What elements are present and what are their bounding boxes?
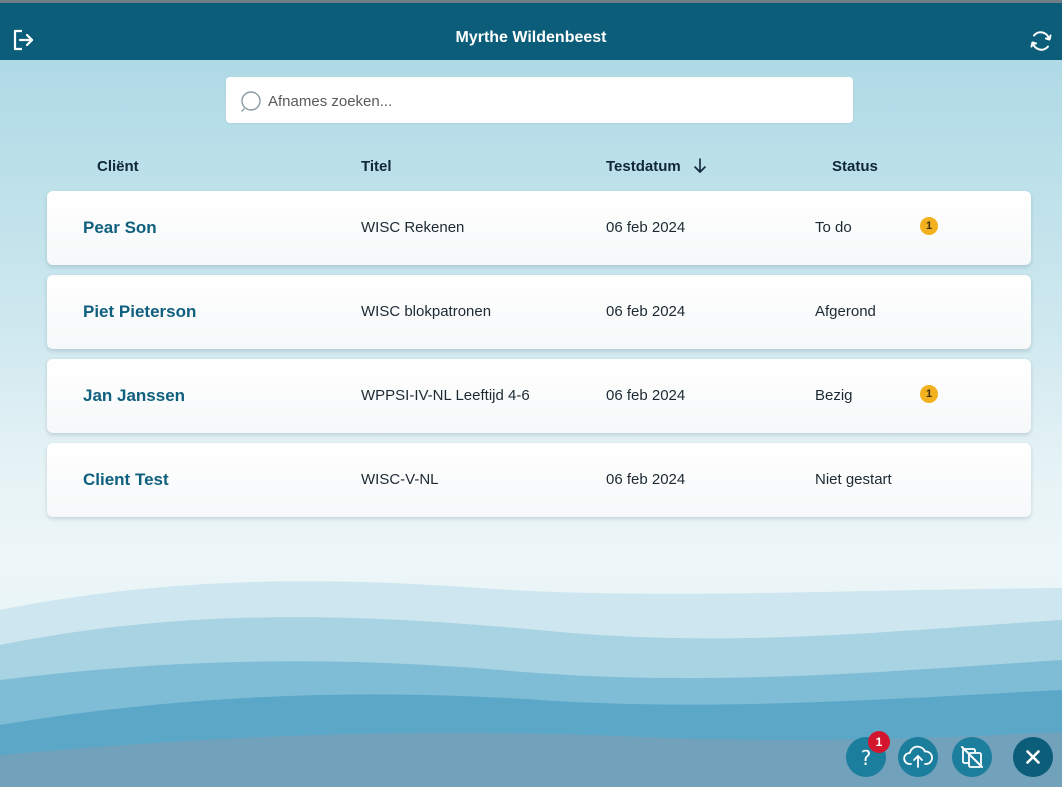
row-test-date: 06 feb 2024 xyxy=(606,387,686,404)
row-title: WISC blokpatronen xyxy=(361,303,492,320)
search-box xyxy=(226,77,853,123)
column-header-client[interactable]: Cliënt xyxy=(97,158,139,175)
table-row[interactable]: Pear Son WISC Rekenen 06 feb 2024 To do … xyxy=(47,191,1031,265)
sync-disabled-icon xyxy=(961,746,983,768)
column-header-date-label: Testdatum xyxy=(606,158,681,175)
search-input[interactable] xyxy=(266,85,830,117)
row-status: To do xyxy=(815,219,852,236)
row-client-name: Jan Janssen xyxy=(83,386,186,405)
row-status: Afgerond xyxy=(815,303,876,320)
row-title: WISC Rekenen xyxy=(361,219,465,236)
row-title: WISC-V-NL xyxy=(361,471,439,488)
row-test-date: 06 feb 2024 xyxy=(606,471,686,488)
status-badge: 1 xyxy=(920,217,938,235)
row-test-date: 06 feb 2024 xyxy=(606,219,686,236)
cloud-upload-icon xyxy=(903,745,933,768)
table-row[interactable]: Piet Pieterson WISC blokpatronen 06 feb … xyxy=(47,275,1031,349)
row-test-date: 06 feb 2024 xyxy=(606,303,686,320)
column-header-date[interactable]: Testdatum xyxy=(606,158,707,175)
upload-button[interactable] xyxy=(898,737,938,777)
sync-disabled-button[interactable] xyxy=(952,737,992,777)
row-status: Niet gestart xyxy=(815,471,892,488)
table-row[interactable]: Jan Janssen WPPSI-IV-NL Leeftijd 4-6 06 … xyxy=(47,359,1031,433)
page-title: Myrthe Wildenbeest xyxy=(455,29,607,46)
row-status: Bezig xyxy=(815,387,853,404)
search-icon xyxy=(240,90,262,112)
help-button[interactable]: ? 1 xyxy=(846,731,890,777)
status-badge: 1 xyxy=(920,385,938,403)
close-button[interactable] xyxy=(1013,737,1053,777)
column-header-title[interactable]: Titel xyxy=(361,158,392,175)
row-title: WPPSI-IV-NL Leeftijd 4-6 xyxy=(361,387,530,404)
row-client-name: Piet Pieterson xyxy=(83,302,197,321)
app-screen: Myrthe Wildenbeest Cliënt Titel Testdatu… xyxy=(0,0,1062,787)
close-icon xyxy=(1026,750,1040,764)
sync-icon[interactable] xyxy=(1028,28,1054,54)
sort-descending-icon xyxy=(694,158,706,173)
row-client-name: Pear Son xyxy=(83,218,157,237)
top-bar: Myrthe Wildenbeest xyxy=(0,0,1062,60)
notification-badge: 1 xyxy=(868,731,890,753)
table-row[interactable]: Client Test WISC-V-NL 06 feb 2024 Niet g… xyxy=(47,443,1031,517)
row-client-name: Client Test xyxy=(83,470,169,489)
column-header-status[interactable]: Status xyxy=(832,158,878,175)
